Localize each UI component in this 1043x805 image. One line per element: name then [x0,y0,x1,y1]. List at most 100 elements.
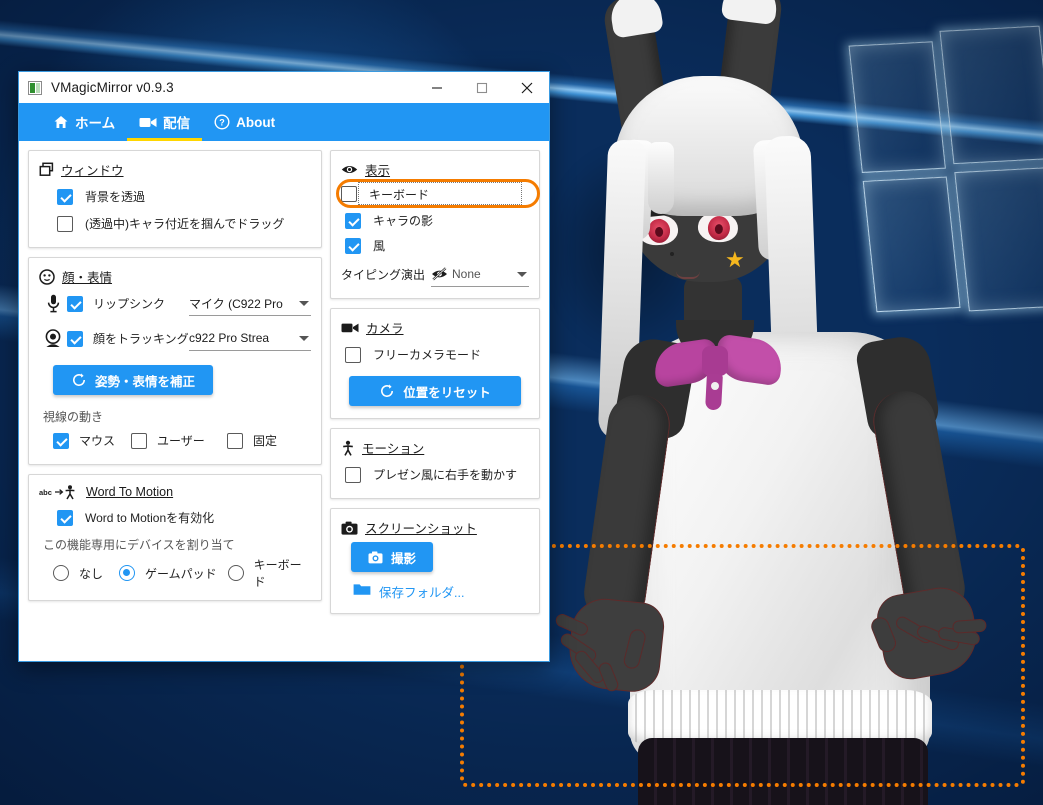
video-camera-icon [139,115,157,129]
refresh-icon [379,383,395,399]
display-settings-title: 表示 [365,164,391,178]
device-radio-group: なし ゲームパッド キーボード [39,556,311,590]
window-controls [414,72,549,103]
checkbox-drag-near-character[interactable]: (透過中)キャラ付近を掴んでドラッグ [39,210,311,237]
face-settings-title: 顔・表情 [62,271,113,285]
camera-device-select[interactable]: c922 Pro Strea [189,327,311,351]
checkbox-character-shadow[interactable]: キャラの影 [341,208,529,233]
checkbox-transparent-bg[interactable]: 背景を透過 [39,183,311,210]
folder-icon [353,582,371,601]
checkbox-gaze-fixed[interactable]: 固定 [227,432,277,449]
microphone-icon [39,294,67,313]
focus-outline [358,182,522,205]
device-assign-label: この機能専用にデバイスを割り当て [43,538,235,552]
checkbox-box[interactable] [345,346,361,363]
motion-settings-header: モーション [341,438,529,457]
radio-button[interactable] [53,565,69,581]
screenshot-title: スクリーンショット [365,522,477,536]
title-bar: VMagicMirror v0.9.3 [19,72,549,103]
motion-settings-title: モーション [362,442,425,456]
open-save-folder-link[interactable]: 保存フォルダ... [353,582,529,601]
tab-about-label: About [236,114,276,130]
svg-text:abc: abc [39,488,52,497]
camera-settings-card: カメラ フリーカメラモード 位置をリセット [330,308,540,419]
word-to-motion-title: Word To Motion [86,485,174,499]
screenshot-card: スクリーンショット 撮影 保存フォルダ... [330,508,540,614]
maximize-icon[interactable] [459,72,504,103]
display-settings-header: 表示 [341,160,529,179]
tab-active-underline [127,138,203,141]
checkbox-box[interactable] [131,432,147,449]
close-icon[interactable] [504,72,549,103]
tab-streaming-label: 配信 [163,116,191,131]
motion-settings-card: モーション プレゼン風に右手を動かす [330,428,540,499]
checkbox-box[interactable] [341,186,357,202]
checkbox-lipsync[interactable] [67,295,83,312]
checkbox-label: 固定 [253,434,278,448]
tab-streaming[interactable]: 配信 [127,103,203,141]
checkbox-enable-word-to-motion[interactable]: Word to Motionを有効化 [39,504,311,531]
checkbox-label: プレゼン風に右手を動かす [373,468,518,482]
word-to-motion-card: abc Word To Motion Word to Motionを有効化 この… [28,474,322,601]
checkbox-face-tracking[interactable] [67,330,83,347]
camera-settings-title: カメラ [366,322,404,336]
checkbox-label: 風 [373,239,386,253]
app-icon [28,80,42,95]
radio-device-keyboard[interactable]: キーボード [227,556,311,590]
open-save-folder-label: 保存フォルダ... [379,586,465,600]
abc-to-pose-icon: abc [39,484,79,500]
calibrate-button[interactable]: 姿勢・表情を補正 [53,365,213,395]
window-settings-title: ウィンドウ [61,164,124,178]
tab-bar: ホーム 配信 ? About [19,103,549,141]
checkbox-gaze-mouse[interactable]: マウス [39,432,131,449]
radio-button[interactable] [227,565,244,581]
tab-about[interactable]: ? About [202,103,287,141]
camera-device-value: c922 Pro Strea [189,331,270,345]
chevron-down-icon [299,335,309,341]
row-face-tracking: 顔をトラッキング c922 Pro Strea [39,325,311,352]
typing-effect-select[interactable]: None [431,263,529,287]
face-icon [39,268,55,285]
capture-button[interactable]: 撮影 [351,542,433,572]
checkbox-box[interactable] [53,432,69,449]
chevron-down-icon [517,271,527,277]
tab-home[interactable]: ホーム [41,103,127,141]
gaze-options: マウス ユーザー 固定 [39,427,311,454]
checkbox-box[interactable] [227,432,243,449]
radio-label: なし [79,566,104,581]
radio-device-none[interactable]: なし [39,565,119,582]
face-settings-header: 顔・表情 [39,267,311,286]
gaze-section-label: 視線の動き [43,410,104,424]
video-camera-icon [341,321,359,334]
checkbox-label: Word to Motionを有効化 [85,511,215,525]
capture-button-label: 撮影 [390,551,416,566]
windows-stack-icon [39,162,54,177]
left-column: ウィンドウ 背景を透過 (透過中)キャラ付近を掴んでドラッグ 顔・表情 リップシ… [28,150,322,652]
checkbox-free-camera-mode[interactable]: フリーカメラモード [341,341,529,368]
checkbox-wind[interactable]: 風 [341,233,529,258]
typing-effect-value: None [452,267,481,281]
checkbox-gaze-user[interactable]: ユーザー [131,432,227,449]
display-settings-card: 表示 キーボード キャラの影 風 タイピング演出 None [330,150,540,299]
screenshot-header: スクリーンショット [341,518,529,537]
vrm-avatar: ★ [470,0,1043,805]
row-typing-effect: タイピング演出 None [341,261,529,288]
checkbox-box[interactable] [57,215,73,232]
checkbox-presentation-right-hand[interactable]: プレゼン風に右手を動かす [341,461,529,488]
face-tracking-label: 顔をトラッキング [93,332,189,346]
checkbox-box[interactable] [345,237,361,254]
minimize-icon[interactable] [414,72,459,103]
radio-button[interactable] [118,565,135,581]
checkbox-box[interactable] [57,188,73,205]
calibrate-button-label: 姿勢・表情を補正 [94,374,195,389]
right-column: 表示 キーボード キャラの影 風 タイピング演出 None カメラ フリーカメラ… [330,150,540,652]
mic-device-select[interactable]: マイク (C922 Pro [189,292,311,316]
keyboard-checkbox-highlight-group: キーボード [336,179,540,208]
checkbox-box[interactable] [345,466,361,483]
checkbox-box[interactable] [345,212,361,229]
face-settings-card: 顔・表情 リップシンク マイク (C922 Pro 顔をトラッキング c922 … [28,257,322,465]
reset-position-button[interactable]: 位置をリセット [349,376,521,406]
checkbox-box[interactable] [57,509,73,526]
tab-home-label: ホーム [75,116,116,131]
radio-device-gamepad[interactable]: ゲームパッド [118,565,228,582]
